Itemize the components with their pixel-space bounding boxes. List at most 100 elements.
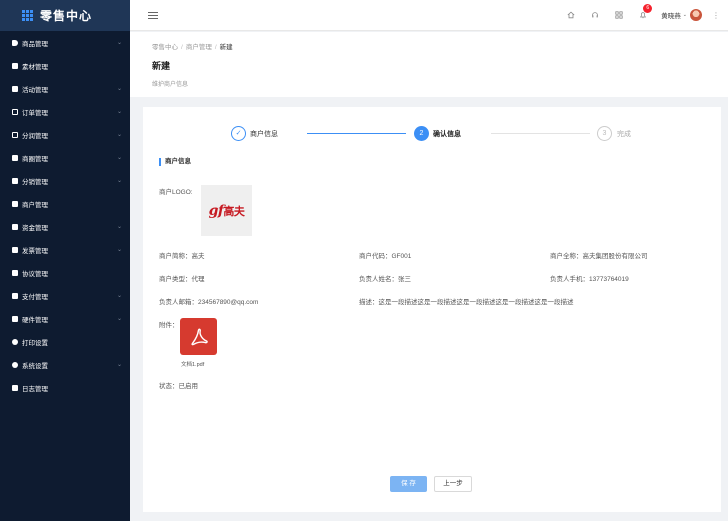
sidebar-item[interactable]: 素材管理	[0, 54, 130, 77]
breadcrumb-separator: /	[214, 44, 217, 51]
field-contact-name: 负责人姓名：张三	[359, 276, 411, 283]
sidebar-item[interactable]: 订单管理 ⌄	[0, 100, 130, 123]
avatar[interactable]	[690, 9, 702, 21]
sidebar: 零售中心 商品管理 ⌄ 素材管理 活动管理 ⌄ 订单管理 ⌄ 分润管理 ⌄ 商圈管理 ⌄ 分销管理 ⌄ 商…	[0, 0, 130, 521]
sidebar-item[interactable]: 协议管理	[0, 261, 130, 284]
field-contact-email: 负责人邮箱：234567890@qq.com	[159, 299, 259, 306]
step-connector	[491, 133, 590, 134]
bell-button[interactable]: 6	[639, 4, 653, 19]
apps-grid-icon[interactable]	[22, 10, 33, 21]
save-button[interactable]: 保 存	[390, 476, 427, 492]
field-full-name: 商户全称：高夫集团股份有限公司	[550, 253, 648, 260]
app-title: 零售中心	[40, 9, 93, 23]
sidebar-item-label: 商户管理	[22, 201, 48, 209]
tag-icon	[12, 39, 18, 46]
sidebar-item-label: 素材管理	[22, 63, 48, 71]
calendar-icon	[12, 85, 18, 92]
sidebar-item[interactable]: 系统设置 ⌄	[0, 353, 130, 376]
steps: ✓ 商户信息 2 确认信息 3 完成	[143, 126, 721, 142]
acrobat-icon	[190, 327, 208, 345]
sidebar-item-label: 支付管理	[22, 293, 48, 301]
sidebar-item[interactable]: 硬件管理 ⌄	[0, 307, 130, 330]
share-icon	[12, 131, 18, 138]
step-3-label: 完成	[617, 131, 631, 138]
user-name[interactable]: 黄晓燕	[661, 10, 681, 20]
sidebar-item-label: 协议管理	[22, 270, 48, 278]
brand-logo-text: gf高夫	[209, 203, 245, 219]
gear-icon	[12, 361, 18, 368]
step-2-marker: 2	[414, 126, 429, 141]
field-status: 状态：已启用	[159, 383, 198, 390]
step-2-label: 确认信息	[433, 131, 461, 138]
sidebar-item[interactable]: 资金管理 ⌄	[0, 215, 130, 238]
sidebar-item[interactable]: 分润管理 ⌄	[0, 123, 130, 146]
device-icon	[12, 315, 18, 322]
menu-toggle-icon[interactable]	[148, 11, 158, 19]
logo-label: 商户LOGO:	[159, 189, 193, 196]
printer-icon	[12, 338, 18, 345]
chevron-down-icon: ⌄	[116, 132, 122, 138]
wallet-icon	[12, 223, 18, 230]
step-connector	[307, 133, 406, 134]
breadcrumb-item-retail[interactable]: 零售中心	[152, 44, 178, 51]
chevron-down-icon: ⌄	[116, 155, 122, 161]
breadcrumb-item-current: 新建	[219, 44, 233, 51]
chevron-down-icon: ⌄	[116, 293, 122, 299]
step-1-label: 商户信息	[250, 131, 278, 138]
sidebar-item-label: 硬件管理	[22, 316, 48, 324]
sidebar-item-label: 发票管理	[22, 247, 48, 255]
section-title: 商户信息	[159, 158, 191, 166]
top-bar-actions: 6 黄晓燕 ⌄ ⋮	[559, 4, 720, 21]
chevron-down-icon: ⌄	[116, 86, 122, 92]
home-icon[interactable]	[567, 11, 575, 19]
chevron-down-icon: ⌄	[116, 178, 122, 184]
attachment-label: 附件：	[159, 322, 179, 329]
brand-mark: gf	[208, 202, 224, 219]
sidebar-item[interactable]: 活动管理 ⌄	[0, 77, 130, 100]
sidebar-item-label: 分润管理	[22, 132, 48, 140]
pdf-icon[interactable]	[180, 318, 217, 355]
sidebar-item[interactable]: 商圈管理 ⌄	[0, 146, 130, 169]
app-header: 零售中心	[0, 0, 130, 31]
sidebar-item[interactable]: 打印设置	[0, 330, 130, 353]
previous-step-button[interactable]: 上一步	[434, 476, 472, 492]
chevron-down-icon: ⌄	[116, 362, 122, 368]
content-card: ✓ 商户信息 2 确认信息 3 完成 商户信息 商户LOGO: gf高夫 商户简…	[143, 107, 721, 512]
brand-name: 高夫	[223, 204, 245, 218]
sidebar-item-label: 订单管理	[22, 109, 48, 117]
sidebar-item[interactable]: 分销管理 ⌄	[0, 169, 130, 192]
sidebar-item-label: 打印设置	[22, 339, 48, 347]
more-icon[interactable]: ⋮	[712, 11, 720, 20]
chevron-down-icon[interactable]: ⌄	[683, 12, 687, 18]
sidebar-item-label: 商品管理	[22, 40, 48, 48]
sidebar-item[interactable]: 发票管理 ⌄	[0, 238, 130, 261]
invoice-icon	[12, 246, 18, 253]
sidebar-item[interactable]: 商品管理 ⌄	[0, 31, 130, 54]
grid-icon	[12, 154, 18, 161]
home-icon	[12, 177, 18, 184]
merchant-logo: gf高夫	[201, 185, 252, 236]
breadcrumb-item-merchant[interactable]: 商户管理	[186, 44, 212, 51]
page-subtitle: 维护商户信息	[152, 82, 189, 88]
chevron-down-icon: ⌄	[116, 109, 122, 115]
sidebar-item[interactable]: 商户管理	[0, 192, 130, 215]
sidebar-item-label: 日志管理	[22, 385, 48, 393]
sidebar-item-label: 活动管理	[22, 86, 48, 94]
sidebar-item[interactable]: 支付管理 ⌄	[0, 284, 130, 307]
field-contact-phone: 负责人手机：13773764019	[550, 276, 629, 283]
chevron-down-icon: ⌄	[116, 316, 122, 322]
merchant-icon	[12, 200, 18, 207]
field-description: 描述：这是一段描述这是一段描述这是一段描述这是一段描述这是一段描述	[359, 299, 574, 306]
sidebar-item-label: 资金管理	[22, 224, 48, 232]
sidebar-item-label: 商圈管理	[22, 155, 48, 163]
headset-icon[interactable]	[591, 11, 599, 19]
log-icon	[12, 384, 18, 391]
page-title: 新建	[152, 61, 171, 71]
breadcrumb-separator: /	[181, 44, 183, 51]
apps-icon[interactable]	[615, 11, 623, 19]
step-3-marker: 3	[597, 126, 612, 141]
chevron-down-icon: ⌄	[116, 40, 122, 46]
attachment-file-name[interactable]: 文档1.pdf	[181, 360, 204, 368]
field-code: 商户代码：GF001	[359, 253, 412, 260]
sidebar-item[interactable]: 日志管理	[0, 376, 130, 399]
